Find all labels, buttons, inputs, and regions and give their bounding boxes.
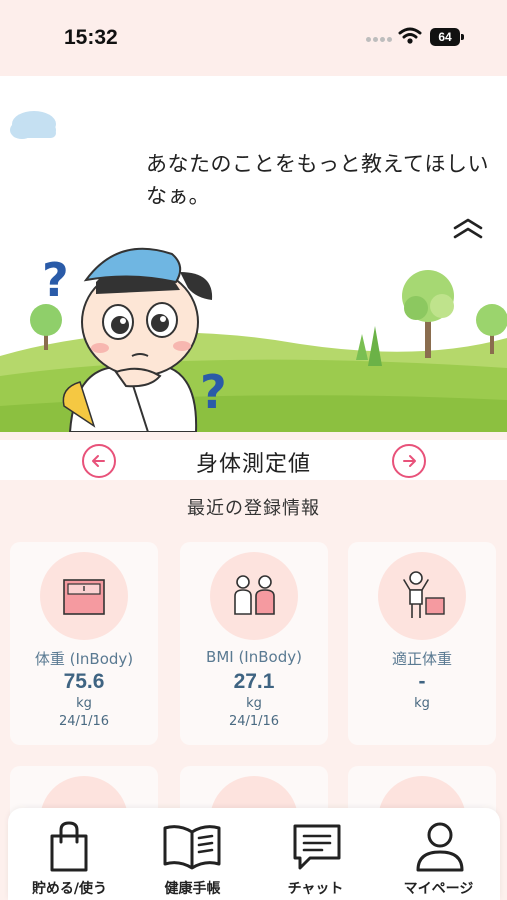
- people-icon: [210, 552, 298, 640]
- card-label: BMI (InBody): [206, 648, 302, 666]
- person-lifting-box-icon: [378, 552, 466, 640]
- signal-icon: [366, 36, 392, 44]
- recent-records-heading: 最近の登録情報: [187, 498, 320, 519]
- status-time: 15:32: [64, 26, 118, 49]
- tab-label: チャット: [287, 881, 344, 897]
- tab-earn-use[interactable]: 貯める/使う: [8, 808, 131, 900]
- hero-banner: ? ? あなたのことをもっと教えてほしいなぁ。: [0, 76, 507, 432]
- bottom-tab-bar: 貯める/使う 健康手帳 チャット マイページ: [8, 808, 500, 900]
- svg-text:?: ?: [200, 365, 227, 419]
- next-section-button[interactable]: [392, 444, 426, 478]
- tab-chat[interactable]: チャット: [254, 808, 377, 900]
- card-date: 24/1/16: [58, 714, 110, 729]
- card-value: -: [418, 670, 426, 693]
- open-book-icon: [163, 825, 221, 870]
- tab-my-page[interactable]: マイページ: [377, 808, 500, 900]
- tab-label: 貯める/使う: [31, 881, 108, 897]
- wifi-icon: [398, 27, 422, 44]
- status-bar: 15:32 64: [0, 0, 507, 76]
- card-value: 27.1: [233, 670, 275, 693]
- ideal-weight-card[interactable]: 適正体重 - kg: [348, 542, 496, 745]
- section-title: 身体測定値: [195, 452, 311, 477]
- card-label: 体重 (InBody): [34, 650, 134, 668]
- svg-text:?: ?: [42, 253, 69, 307]
- card-unit: kg: [76, 696, 92, 711]
- section-nav: 身体測定値: [0, 440, 507, 480]
- card-unit: kg: [414, 696, 430, 711]
- shopping-bag-icon: [50, 821, 88, 872]
- weight-card[interactable]: 体重 (InBody) 75.6 kg 24/1/16: [10, 542, 158, 745]
- card-value: 75.6: [63, 670, 105, 693]
- battery-icon: 64: [430, 28, 464, 46]
- bmi-card[interactable]: BMI (InBody) 27.1 kg 24/1/16: [180, 542, 328, 745]
- user-icon: [416, 822, 464, 872]
- card-unit: kg: [246, 696, 262, 711]
- speech-bubble-text: あなたのことをもっと教えてほしいなぁ。: [146, 152, 489, 208]
- chat-icon: [293, 824, 341, 870]
- tab-label: 健康手帳: [164, 881, 221, 897]
- tab-label: マイページ: [403, 881, 474, 897]
- chevron-double-up-icon[interactable]: [452, 218, 484, 240]
- tab-health-notebook[interactable]: 健康手帳: [131, 808, 254, 900]
- card-date: 24/1/16: [228, 714, 280, 729]
- character-illustration: ? ?: [0, 111, 507, 432]
- arrow-right-icon: [403, 455, 416, 467]
- scale-icon: [40, 552, 128, 640]
- card-label: 適正体重: [391, 650, 452, 668]
